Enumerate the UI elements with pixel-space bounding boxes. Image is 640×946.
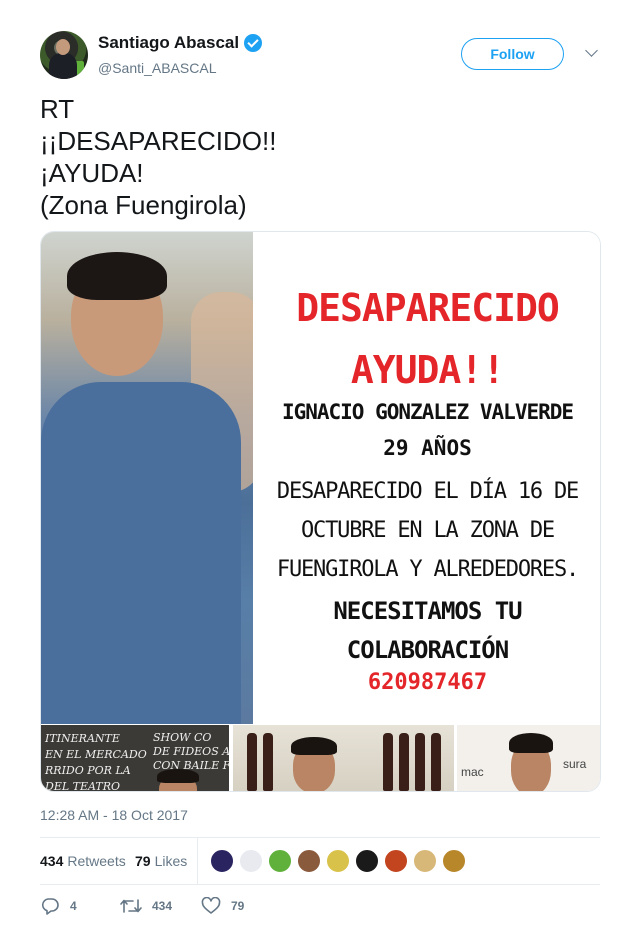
like-count: 79	[231, 899, 245, 913]
reply-icon	[41, 898, 59, 915]
liker-avatar[interactable]	[355, 849, 379, 873]
tweet-actions: 4 434 79	[40, 894, 600, 918]
chalk-line: DE FIDEOS A L	[153, 745, 229, 758]
chalk-line: DEL TEATRO	[45, 780, 120, 792]
author-name-row: Santiago Abascal	[98, 33, 263, 53]
divider	[40, 884, 600, 885]
retweets-stat[interactable]: 434 Retweets	[40, 853, 126, 869]
thumbnail-photo-2	[233, 725, 454, 791]
missing-person-flyer: DESAPARECIDO AYUDA!! IGNACIO GONZALEZ VA…	[253, 232, 600, 724]
flyer-detail-line: FUENGIROLA Y ALREDEDORES.	[276, 557, 579, 582]
tweet-stats: 434 Retweets 79 Likes	[40, 838, 600, 884]
retweet-action[interactable]: 434	[120, 897, 172, 915]
chevron-down-icon[interactable]	[585, 44, 598, 57]
heart-icon	[201, 897, 221, 914]
flyer-details: DESAPARECIDO EL DÍA 16 DE OCTUBRE EN LA …	[253, 472, 600, 589]
thumbnail-photo-1: ITINERANTE EN EL MERCADO RRIDO POR LA DE…	[41, 725, 229, 792]
liker-avatar[interactable]	[239, 849, 263, 873]
tweet-line: (Zona Fuengirola)	[40, 190, 247, 220]
retweet-count: 434	[152, 899, 173, 913]
liker-avatar[interactable]	[297, 849, 321, 873]
tweet-line: RT	[40, 94, 75, 124]
likes-count: 79	[135, 853, 151, 869]
chalkboard-text: ITINERANTE EN EL MERCADO RRIDO POR LA DE…	[45, 731, 147, 792]
tweet-header: Santiago Abascal @Santi_ABASCAL Follow	[40, 31, 600, 81]
likes-stat[interactable]: 79 Likes	[135, 853, 187, 869]
tweet-line: ¡AYUDA!	[40, 158, 144, 188]
flyer-age: 29 AÑOS	[383, 436, 472, 460]
liker-avatar[interactable]	[413, 849, 437, 873]
liker-avatar[interactable]	[442, 849, 466, 873]
chalk-line: EN EL MERCADO	[45, 748, 147, 761]
retweets-count: 434	[40, 853, 64, 869]
follow-button[interactable]: Follow	[461, 38, 564, 70]
flyer-subtitle: AYUDA!!	[350, 348, 505, 392]
liker-avatar[interactable]	[326, 849, 350, 873]
likes-label: Likes	[154, 853, 188, 869]
reply-action[interactable]: 4	[40, 897, 77, 915]
flyer-phone: 620987467	[367, 670, 488, 695]
reply-count: 4	[70, 899, 77, 913]
liker-avatar[interactable]	[268, 849, 292, 873]
flyer-detail-line: OCTUBRE EN LA ZONA DE	[301, 518, 555, 543]
flyer-call-line: COLABORACIÓN	[346, 636, 509, 664]
retweets-label: Retweets	[67, 853, 126, 869]
author-handle[interactable]: @Santi_ABASCAL	[98, 60, 217, 76]
author-avatar[interactable]	[40, 31, 88, 79]
like-action[interactable]: 79	[201, 897, 244, 915]
verified-badge-icon	[244, 34, 263, 52]
thumbnail-photo-3: mac sura	[457, 725, 600, 791]
liker-avatar[interactable]	[384, 849, 408, 873]
chalk-line: RRIDO POR LA	[45, 764, 131, 777]
chalkboard-text-2: SHOW CO DE FIDEOS A L CON BAILE F	[153, 731, 229, 773]
missing-person-photo	[41, 232, 253, 724]
stats-separator	[197, 838, 198, 884]
tweet-timestamp[interactable]: 12:28 AM - 18 Oct 2017	[40, 807, 188, 823]
flyer-title: DESAPARECIDO	[296, 286, 560, 330]
author-name[interactable]: Santiago Abascal	[98, 33, 239, 53]
liker-avatar[interactable]	[210, 849, 234, 873]
flyer-call-line: NECESITAMOS TU	[333, 597, 522, 625]
flyer-person-name: IGNACIO GONZALEZ VALVERDE	[281, 400, 574, 424]
tweet-media[interactable]: DESAPARECIDO AYUDA!! IGNACIO GONZALEZ VA…	[40, 231, 601, 792]
flyer-detail-line: DESAPARECIDO EL DÍA 16 DE	[276, 479, 579, 504]
flyer-call: NECESITAMOS TU COLABORACIÓN	[253, 592, 600, 670]
tweet-text: RT ¡¡DESAPARECIDO!! ¡AYUDA! (Zona Fuengi…	[40, 93, 600, 221]
chalk-line: ITINERANTE	[45, 732, 120, 745]
background-text: mac	[461, 765, 484, 779]
chalk-line: SHOW CO	[153, 731, 212, 744]
background-text-2: sura	[563, 757, 587, 771]
tweet-line: ¡¡DESAPARECIDO!!	[40, 126, 277, 156]
retweet-icon	[120, 899, 142, 913]
liker-avatars	[210, 849, 466, 873]
